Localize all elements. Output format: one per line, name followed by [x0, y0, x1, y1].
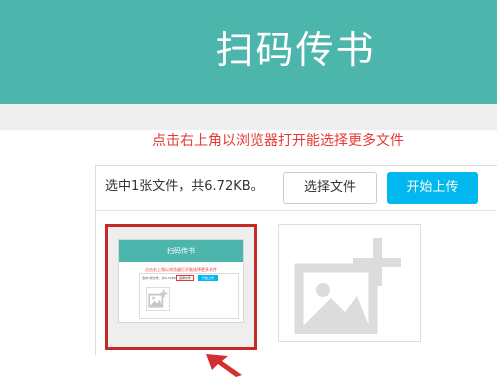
header-spacer — [0, 104, 497, 130]
selection-status: 选中1张文件，共6.72KB。 — [105, 179, 264, 194]
thumbnail-upload-button: 开始上传 — [198, 275, 218, 281]
file-queue: 扫码传书 点击右上角以浏览器打开能选择更多文件 选中1张文件，共6.72KB。 … — [96, 210, 497, 356]
browser-hint: 点击右上角以浏览器打开能选择更多文件 — [152, 133, 404, 149]
thumbnail-screenshot: 扫码传书 点击右上角以浏览器打开能选择更多文件 选中1张文件，共6.72KB。 … — [118, 239, 244, 323]
page-title: 扫码传书 — [215, 28, 376, 72]
thumbnail-hint: 点击右上角以浏览器打开能选择更多文件 — [145, 267, 217, 272]
app-header: 扫码传书 — [0, 0, 497, 104]
select-files-button[interactable]: 选择文件 — [283, 172, 377, 204]
uploader-panel: 选中1张文件，共6.72KB。 选择文件 开始上传 扫码传书 点击右上角以浏览器… — [95, 165, 497, 356]
selected-file-thumbnail[interactable]: 扫码传书 点击右上角以浏览器打开能选择更多文件 选中1张文件，共6.72KB。 … — [105, 224, 257, 350]
thumbnail-panel: 选中1张文件，共6.72KB。 选择文件 开始上传 — [139, 273, 239, 319]
thumbnail-add-image-icon — [146, 287, 170, 311]
image-plus-icon — [294, 238, 401, 334]
thumbnail-title: 扫码传书 — [119, 240, 243, 262]
thumbnail-status: 选中1张文件，共6.72KB。 — [142, 276, 179, 280]
add-more-images-placeholder[interactable] — [278, 224, 421, 342]
thumbnail-select-button: 选择文件 — [176, 275, 194, 281]
start-upload-button[interactable]: 开始上传 — [387, 172, 478, 204]
red-arrow-icon — [204, 352, 244, 377]
